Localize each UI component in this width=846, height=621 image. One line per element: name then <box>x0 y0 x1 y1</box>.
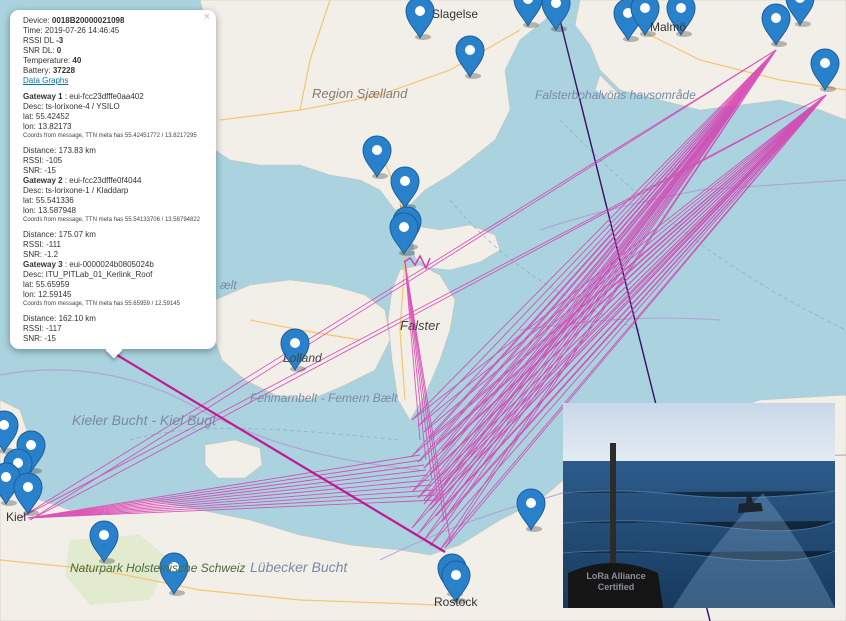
snr-dl-row: SNR DL: 0 <box>23 46 62 55</box>
label-lolland: Lolland <box>283 351 322 365</box>
label-belt-fragment: ælt <box>220 278 237 292</box>
label-fehmarnbelt: Fehmarnbelt - Femern Bælt <box>250 392 397 405</box>
boat-photo: LoRa Alliance Certified <box>563 403 835 608</box>
label-naturpark: Naturpark Holsteinische Schweiz <box>70 561 245 575</box>
label-kieler-bucht: Kieler Bucht - Kiel Bugt <box>72 412 216 428</box>
gateway-3: Gateway 3 : eui-0000024b0805024b Desc: I… <box>23 260 180 343</box>
time-row: Time: 2019-07-26 14:46:45 <box>23 26 120 35</box>
popup-close-button[interactable]: × <box>204 12 210 23</box>
label-falsterbohalvons: Falsterbohalvöns havsområde <box>535 88 696 102</box>
label-malmo: Malmö <box>650 20 687 34</box>
gateway-1: Gateway 1 : eui-fcc23dfffe0aa402 Desc: t… <box>23 92 197 175</box>
label-slagelse: Slagelse <box>432 7 479 21</box>
data-graphs-link[interactable]: Data Graphs <box>23 76 68 85</box>
device-id: 0018B20000021098 <box>51 16 125 25</box>
label-lubecker-bucht: Lübecker Bucht <box>250 559 348 575</box>
gateway-2: Gateway 2 : eui-fcc23dfffe0f4044 Desc: t… <box>23 176 200 259</box>
photo-sign-text: LoRa Alliance Certified <box>586 571 646 592</box>
temperature-row: Temperature: 40 <box>23 56 82 65</box>
device-popup: × Device: 0018B20000021098 Time: 2019-07… <box>10 10 216 359</box>
battery-row: Battery: 37228 <box>23 66 76 75</box>
label-rostock: Rostock <box>434 595 478 609</box>
label-region-sjaelland: Region Sjælland <box>312 86 408 101</box>
device-row: Device: 0018B20000021098 <box>23 16 125 25</box>
label-kiel: Kiel <box>6 510 27 524</box>
rssi-dl-row: RSSI DL -3 <box>23 36 64 45</box>
label-falster: Falster <box>400 318 440 333</box>
